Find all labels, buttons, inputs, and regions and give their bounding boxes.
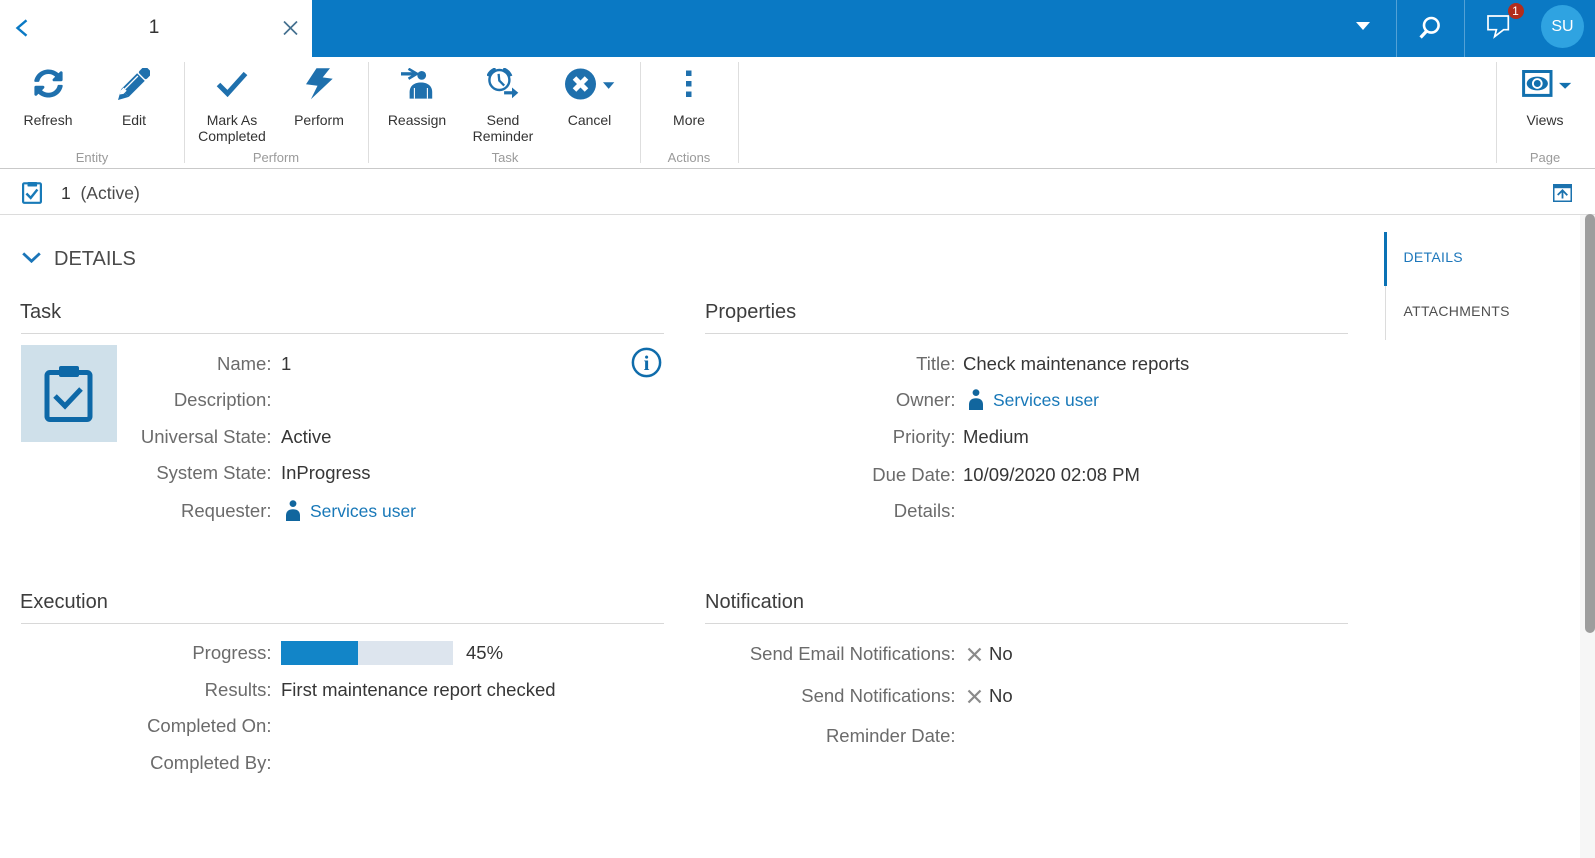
svg-text:i: i bbox=[644, 351, 650, 375]
